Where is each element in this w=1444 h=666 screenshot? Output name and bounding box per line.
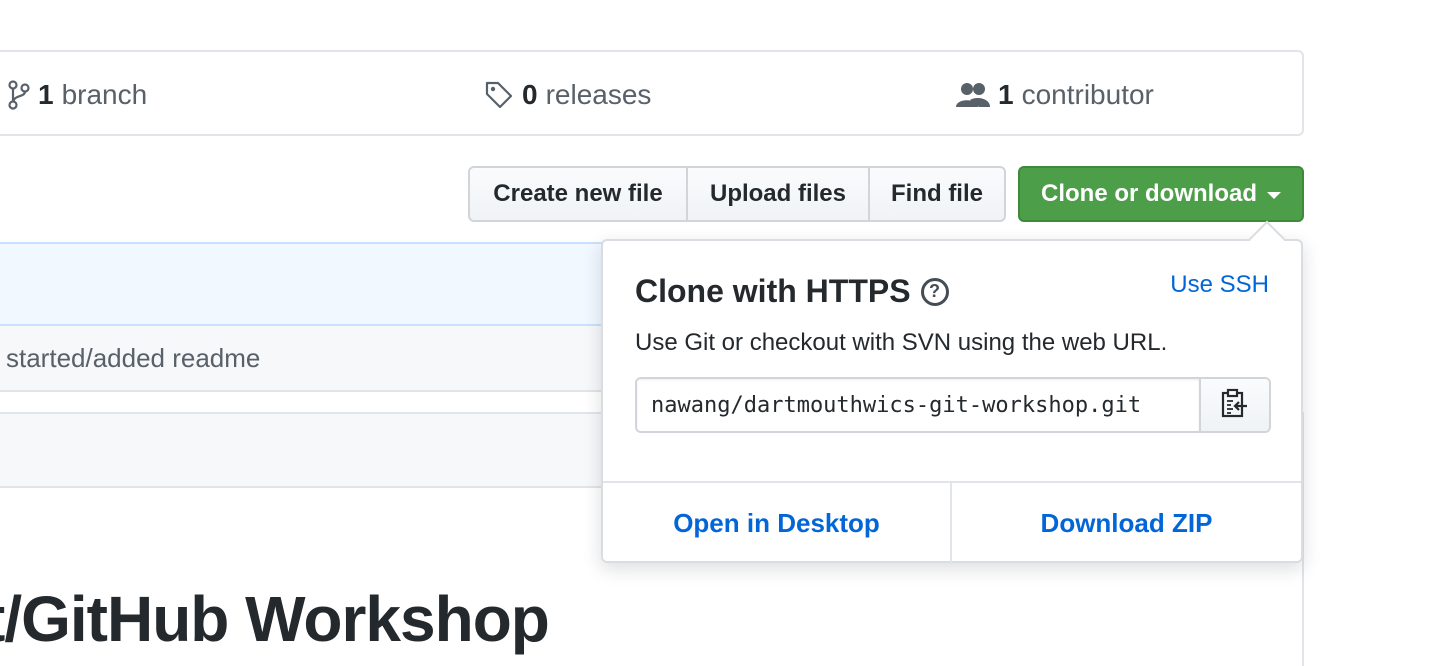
upload-files-button[interactable]: Upload files [688, 168, 870, 220]
readme-title: t/GitHub Workshop [0, 583, 550, 655]
clone-title: Clone with HTTPS ? [635, 273, 949, 310]
branch-count: 1 [38, 79, 54, 110]
readme-header [0, 412, 610, 488]
tag-icon [484, 80, 514, 110]
question-icon[interactable]: ? [920, 277, 949, 306]
file-actions-group: Create new file Upload files Find file [468, 166, 1006, 222]
contributor-count: 1 [998, 79, 1014, 110]
clone-url-group [635, 377, 1271, 433]
copy-url-button[interactable] [1199, 379, 1269, 431]
repo-summary-bar: 1 branch 0 releases 1 contributor [0, 50, 1304, 136]
releases-link[interactable]: 0 releases [484, 52, 651, 138]
branch-label: branch [61, 79, 148, 110]
clipboard-icon [1221, 388, 1249, 423]
clone-dropdown: Clone with HTTPS ? Use SSH Use Git or ch… [601, 239, 1303, 563]
contributor-label: contributor [1021, 79, 1154, 110]
create-new-file-button[interactable]: Create new file [470, 168, 688, 220]
commit-message[interactable]: started/added readme [6, 343, 260, 374]
clone-or-download-label: Clone or download [1041, 180, 1257, 207]
caret-down-icon [1267, 191, 1281, 199]
release-count: 0 [522, 79, 538, 110]
download-zip-button[interactable]: Download ZIP [952, 483, 1301, 563]
release-label: releases [545, 79, 652, 110]
contributors-link[interactable]: 1 contributor [956, 52, 1154, 138]
clone-or-download-button[interactable]: Clone or download [1018, 166, 1304, 222]
open-in-desktop-button[interactable]: Open in Desktop [603, 483, 952, 563]
git-branch-icon [8, 80, 30, 110]
file-row[interactable]: started/added readme [0, 326, 610, 392]
latest-commit-bar [0, 242, 610, 326]
use-ssh-link[interactable]: Use SSH [1170, 271, 1269, 299]
clone-url-input[interactable] [637, 379, 1199, 431]
clone-title-text: Clone with HTTPS [635, 273, 911, 309]
find-file-button[interactable]: Find file [870, 168, 1004, 220]
clone-description: Use Git or checkout with SVN using the w… [635, 329, 1168, 356]
clone-dropdown-footer: Open in Desktop Download ZIP [603, 481, 1301, 563]
people-icon [956, 81, 990, 109]
branches-link[interactable]: 1 branch [8, 52, 147, 138]
